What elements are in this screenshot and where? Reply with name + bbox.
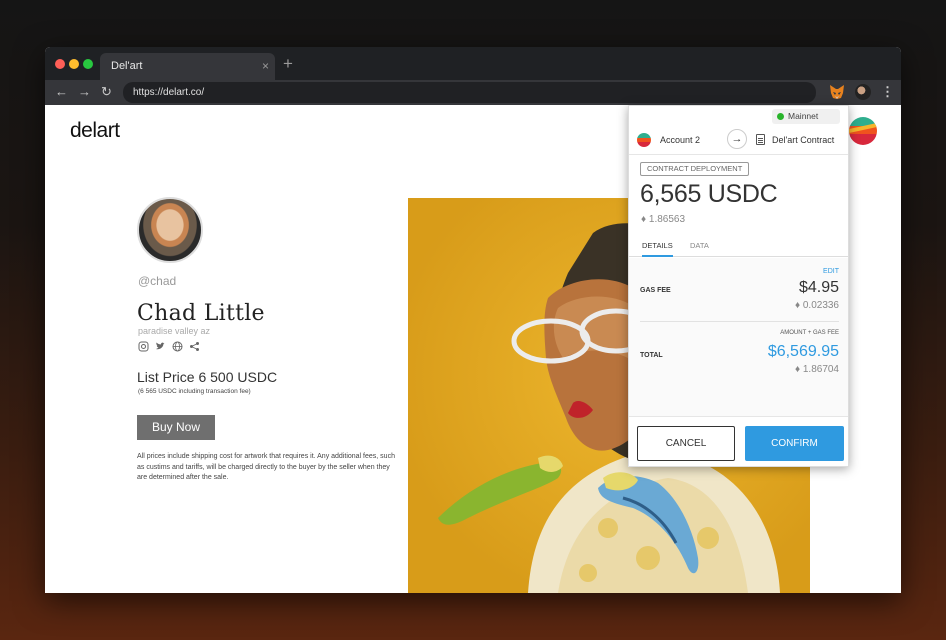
network-selector[interactable]: Mainnet (772, 109, 840, 124)
confirm-button[interactable]: CONFIRM (745, 426, 844, 461)
browser-window: Del'art × + ← → ↻ https://delart.co/ ⋮ d… (45, 47, 901, 593)
total-eth: ♦ 1.86704 (794, 364, 839, 375)
reload-button[interactable]: ↻ (101, 83, 112, 101)
artist-avatar (137, 197, 203, 263)
tab-title: Del'art (111, 60, 143, 72)
back-button[interactable]: ← (55, 83, 68, 101)
tab-close-icon[interactable]: × (262, 53, 269, 80)
tab-bar: Del'art × + (45, 47, 901, 80)
gas-fee-eth: ♦ 0.02336 (794, 300, 839, 311)
profile-avatar-icon[interactable] (855, 84, 871, 100)
address-bar[interactable]: https://delart.co/ (123, 82, 816, 103)
globe-icon[interactable] (172, 341, 183, 352)
contract-name: Del'art Contract (772, 135, 835, 145)
fee-note: (6 565 USDC including transaction fee) (138, 388, 251, 395)
tab-details[interactable]: DETAILS (642, 241, 673, 257)
transaction-amount: 6,565 USDC (640, 180, 778, 208)
account-name[interactable]: Account 2 (660, 135, 700, 145)
maximize-window-button[interactable] (83, 59, 93, 69)
total-label: TOTAL (640, 352, 663, 359)
forward-button[interactable]: → (78, 83, 91, 101)
twitter-icon[interactable] (155, 341, 166, 352)
browser-menu-icon[interactable]: ⋮ (881, 83, 894, 101)
cancel-button[interactable]: CANCEL (637, 426, 735, 461)
new-tab-button[interactable]: + (283, 53, 293, 75)
gas-fee-usd: $4.95 (798, 279, 839, 296)
details-divider (640, 321, 839, 322)
social-links (138, 341, 200, 352)
account-avatar-icon (637, 133, 651, 147)
shipping-note: All prices include shipping cost for art… (137, 453, 395, 481)
share-icon[interactable] (189, 341, 200, 352)
transaction-type-badge: CONTRACT DEPLOYMENT (640, 162, 750, 176)
artist-handle: @chad (138, 274, 177, 288)
buttons-divider (629, 416, 848, 417)
details-panel: EDIT GAS FEE $4.95 ♦ 0.02336 AMOUNT + GA… (629, 258, 848, 416)
list-price: List Price 6 500 USDC (137, 369, 278, 385)
amount-gas-label: AMOUNT + GAS FEE (780, 330, 839, 336)
edit-gas-link[interactable]: EDIT (823, 268, 839, 275)
arrow-right-icon: → (727, 129, 747, 149)
tab-data[interactable]: DATA (690, 241, 709, 250)
total-usd: $6,569.95 (767, 343, 839, 360)
gas-fee-label: GAS FEE (640, 287, 671, 294)
page-content: delart @chad Chad Little paradise valley… (45, 105, 901, 593)
brand-logo-icon[interactable] (849, 117, 877, 145)
browser-toolbar: ← → ↻ https://delart.co/ ⋮ (45, 80, 901, 105)
account-row: Account 2 → Del'art Contract (629, 127, 848, 155)
network-status-dot (777, 113, 784, 120)
buy-now-button[interactable]: Buy Now (137, 415, 215, 440)
metamask-fox-icon[interactable] (828, 83, 846, 101)
artist-location: paradise valley az (138, 326, 211, 336)
wallet-confirmation-popup: Mainnet Account 2 → Del'art Contract CON… (628, 105, 849, 467)
minimize-window-button[interactable] (69, 59, 79, 69)
transaction-amount-eth: ♦ 1.86563 (641, 214, 686, 225)
document-icon (756, 134, 765, 145)
site-logo[interactable]: delart (70, 119, 120, 143)
instagram-icon[interactable] (138, 341, 149, 352)
network-label: Mainnet (788, 111, 819, 121)
browser-tab[interactable]: Del'art × (100, 53, 275, 80)
artist-name: Chad Little (137, 301, 265, 326)
close-window-button[interactable] (55, 59, 65, 69)
popup-tabs: DETAILS DATA (629, 236, 848, 257)
